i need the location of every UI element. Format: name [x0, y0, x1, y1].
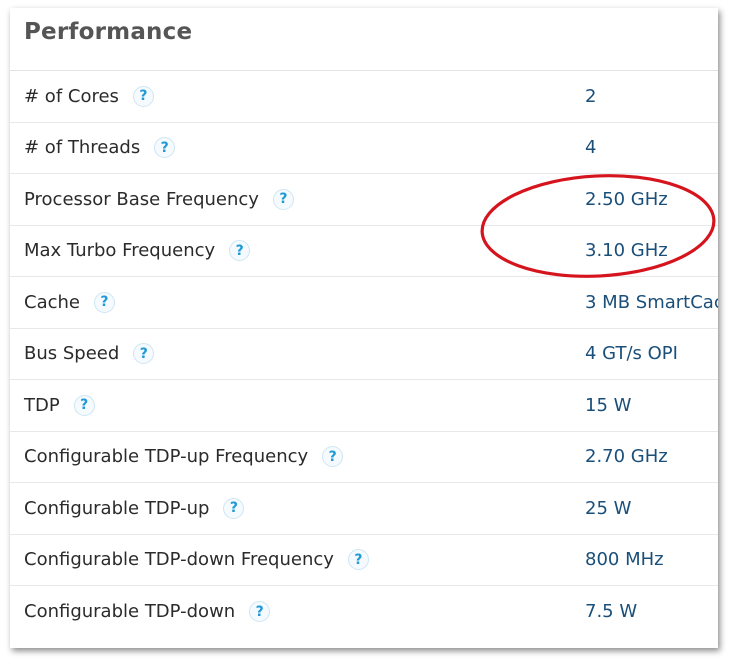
spec-row: Configurable TDP-up? 25 W — [10, 483, 718, 535]
spec-label: Bus Speed — [24, 343, 120, 365]
spec-label: # of Threads — [24, 137, 141, 159]
help-icon[interactable]: ? — [73, 394, 95, 416]
help-icon[interactable]: ? — [272, 188, 294, 210]
spec-label-wrap: Configurable TDP-down? — [24, 586, 271, 638]
spec-label: TDP — [24, 394, 60, 416]
spec-label-wrap: Configurable TDP-up? — [24, 483, 245, 534]
spec-label: Configurable TDP-up — [24, 497, 210, 519]
help-icon[interactable]: ? — [223, 497, 245, 519]
spec-label: Configurable TDP-up Frequency — [24, 446, 309, 468]
spec-label-wrap: Max Turbo Frequency? — [24, 226, 251, 277]
help-icon[interactable]: ? — [93, 291, 115, 313]
spec-row: TDP? 15 W — [10, 380, 718, 432]
spec-label-wrap: Cache? — [24, 277, 115, 328]
spec-row: Cache? 3 MB SmartCache — [10, 277, 718, 329]
help-icon[interactable]: ? — [133, 343, 155, 365]
spec-label: Processor Base Frequency — [24, 188, 259, 210]
spec-label: Configurable TDP-down — [24, 601, 236, 623]
spec-label-wrap: # of Threads? — [24, 123, 176, 174]
spec-value: 800 MHz — [585, 549, 664, 571]
spec-label: Configurable TDP-down Frequency — [24, 549, 334, 571]
spec-row: Configurable TDP-down Frequency? 800 MHz — [10, 535, 718, 586]
spec-row: Configurable TDP-up Frequency? 2.70 GHz — [10, 432, 718, 483]
help-icon[interactable]: ? — [249, 601, 271, 623]
spec-value: 3 MB SmartCache — [585, 291, 718, 313]
help-icon[interactable]: ? — [322, 446, 344, 468]
spec-value: 15 W — [585, 394, 632, 416]
help-icon[interactable]: ? — [347, 549, 369, 571]
spec-label: Cache — [24, 291, 80, 313]
spec-value: 7.5 W — [585, 601, 638, 623]
section-header: Performance — [10, 8, 718, 71]
spec-row: Bus Speed? 4 GT/s OPI — [10, 329, 718, 380]
spec-row: Configurable TDP-down? 7.5 W — [10, 586, 718, 638]
help-icon[interactable]: ? — [132, 85, 154, 107]
spec-label: # of Cores — [24, 85, 119, 107]
performance-spec-card: Performance # of Cores? 2 # of Threads? 4 Pr… — [10, 8, 718, 648]
spec-label-wrap: TDP? — [24, 380, 95, 431]
spec-label-wrap: Processor Base Frequency? — [24, 174, 294, 225]
spec-row: Processor Base Frequency? 2.50 GHz — [10, 174, 718, 226]
spec-row: # of Threads? 4 — [10, 123, 718, 174]
spec-label-wrap: Configurable TDP-down Frequency? — [24, 535, 369, 586]
spec-value: 2 — [585, 85, 597, 107]
spec-label-wrap: Configurable TDP-up Frequency? — [24, 432, 344, 483]
help-icon[interactable]: ? — [154, 137, 176, 159]
help-icon[interactable]: ? — [229, 240, 251, 262]
spec-value: 3.10 GHz — [585, 240, 668, 262]
spec-row: Max Turbo Frequency? 3.10 GHz — [10, 226, 718, 277]
spec-label: Max Turbo Frequency — [24, 240, 216, 262]
section-title: Performance — [24, 19, 193, 45]
spec-value: 25 W — [585, 497, 632, 519]
spec-value: 2.50 GHz — [585, 188, 668, 210]
spec-label-wrap: # of Cores? — [24, 71, 154, 122]
spec-value: 4 — [585, 137, 597, 159]
spec-table: # of Cores? 2 # of Threads? 4 Processor Base… — [10, 71, 718, 638]
spec-row: # of Cores? 2 — [10, 71, 718, 123]
spec-label-wrap: Bus Speed? — [24, 329, 155, 380]
spec-value: 4 GT/s OPI — [585, 343, 678, 365]
spec-value: 2.70 GHz — [585, 446, 668, 468]
